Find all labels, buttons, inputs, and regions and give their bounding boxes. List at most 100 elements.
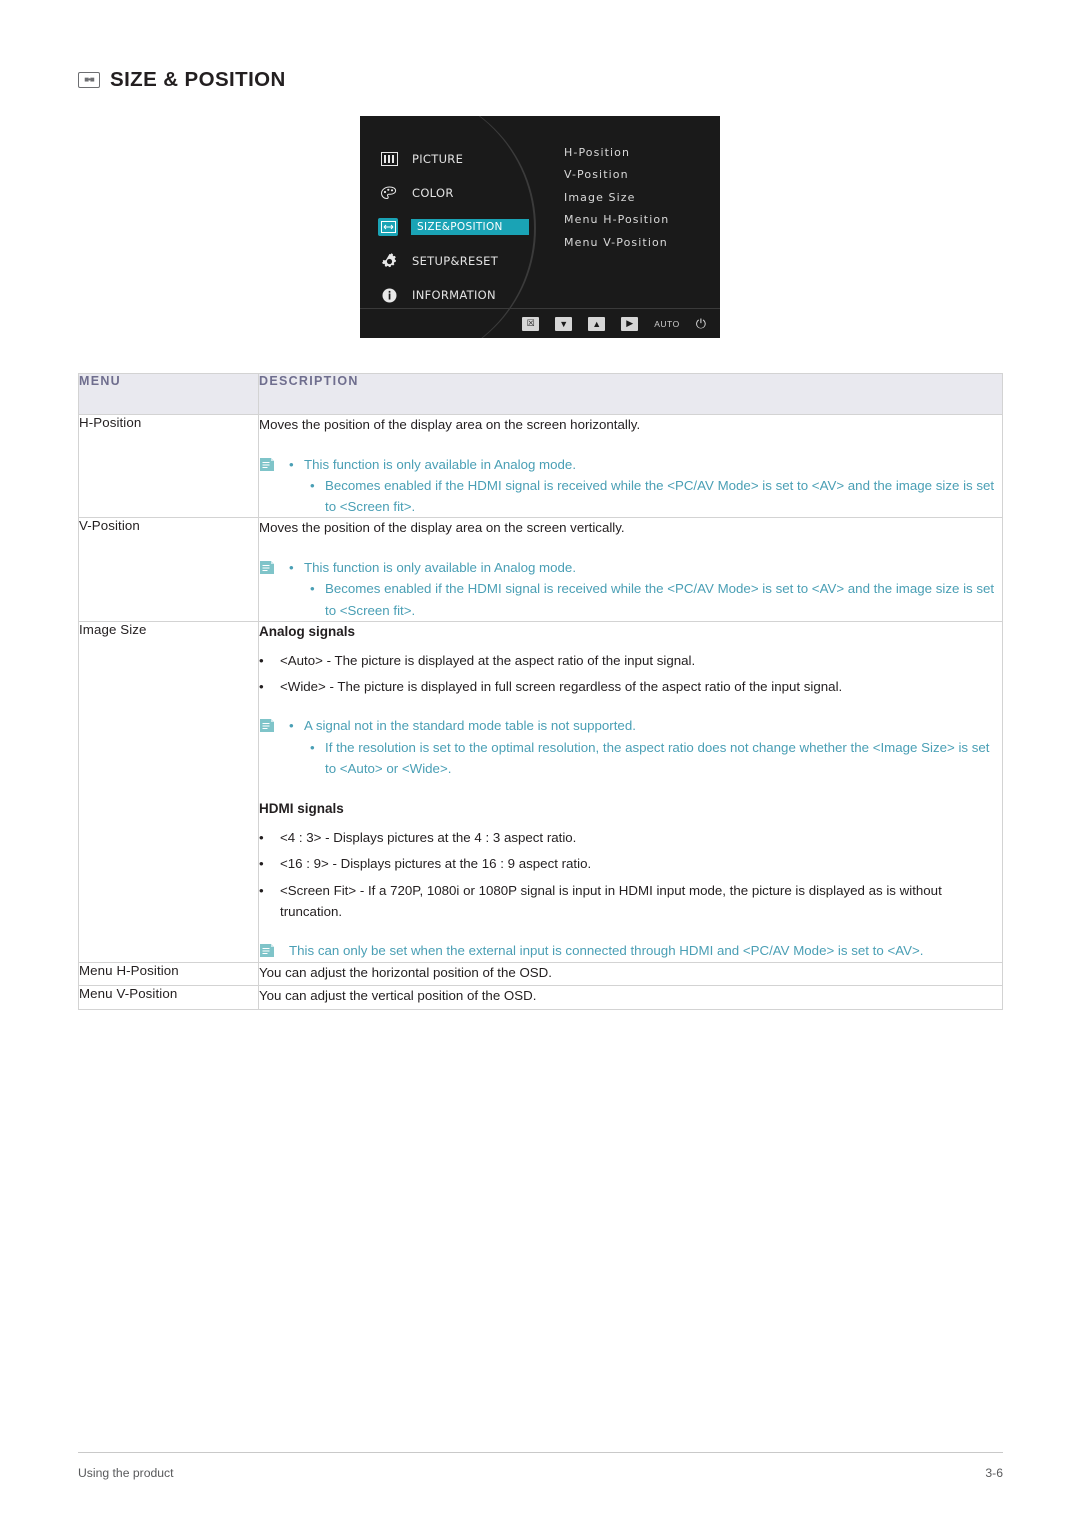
osd-submenu-item[interactable]: Image Size <box>564 191 669 213</box>
auto-button[interactable]: AUTO <box>654 317 679 331</box>
description-text: You can adjust the horizontal position o… <box>259 964 552 980</box>
bullet-text: <Screen Fit> - If a 720P, 1080i or 1080P… <box>280 882 942 919</box>
note-line: • If the resolution is set to the optima… <box>310 737 1002 780</box>
osd-submenu-list: H-Position V-Position Image Size Menu H-… <box>564 146 669 258</box>
menu-name: Menu H-Position <box>78 961 259 987</box>
power-button[interactable]: ⏻ <box>696 316 706 331</box>
bullet-text: <4 : 3> - Displays pictures at the 4 : 3… <box>280 829 577 845</box>
note-text: If the resolution is set to the optimal … <box>325 739 990 776</box>
size-position-icon: ■•■ <box>78 72 100 88</box>
footer-divider <box>78 1452 1003 1453</box>
column-header-description: DESCRIPTION <box>258 373 1003 415</box>
bullet-text: <16 : 9> - Displays pictures at the 16 :… <box>280 856 592 872</box>
note-block: • This function is only available in Ana… <box>259 454 1002 518</box>
table-row: V-Position Moves the position of the dis… <box>78 517 1003 622</box>
description-text: Moves the position of the display area o… <box>259 417 641 432</box>
bullet: • <box>289 718 294 734</box>
note-text: Becomes enabled if the HDMI signal is re… <box>325 477 995 515</box>
osd-menu-item-color[interactable]: COLOR <box>378 176 578 210</box>
bullet: • <box>310 581 315 597</box>
gear-icon <box>378 251 400 271</box>
table-row: Menu H-Position You can adjust the horiz… <box>78 961 1003 987</box>
note-icon <box>259 457 275 472</box>
osd-menu-label: SETUP&RESET <box>412 254 499 268</box>
osd-submenu-item[interactable]: Menu H-Position <box>564 213 669 235</box>
column-header-menu: MENU <box>78 373 259 415</box>
bullet-text: <Wide> - The picture is displayed in ful… <box>280 679 843 694</box>
table-row: Image Size Analog signals • <Auto> - The… <box>78 620 1003 963</box>
bullet: • <box>310 739 315 755</box>
bullet-item: • <Wide> - The picture is displayed in f… <box>259 676 1002 697</box>
bullet: • <box>259 679 264 694</box>
size-position-icon <box>378 218 398 236</box>
exit-button[interactable]: ☒ <box>522 316 540 331</box>
information-icon <box>378 285 400 305</box>
osd-menu-label: SIZE&POSITION <box>411 219 529 235</box>
bullet: • <box>259 882 264 898</box>
menu-name: V-Position <box>78 517 259 622</box>
description-text: Moves the position of the display area o… <box>259 520 625 536</box>
note-line: • Becomes enabled if the HDMI signal is … <box>310 475 1002 518</box>
bullet: • <box>310 477 315 493</box>
note-text: Becomes enabled if the HDMI signal is re… <box>325 581 995 618</box>
up-button[interactable]: ▲ <box>588 316 606 331</box>
bullet: • <box>259 829 264 845</box>
bullet-item: • <Screen Fit> - If a 720P, 1080i or 108… <box>259 880 1002 923</box>
osd-submenu-item[interactable]: V-Position <box>564 168 669 190</box>
section-heading: ■•■ SIZE & POSITION <box>78 68 286 92</box>
table-row: Menu V-Position You can adjust the verti… <box>78 985 1003 1010</box>
note-line: • This function is only available in Ana… <box>289 454 1002 475</box>
page: ■•■ SIZE & POSITION PICTURE COLOR SIZE&P… <box>0 0 1080 1527</box>
note-text: This can only be set when the external i… <box>289 943 924 959</box>
note-line: • A signal not in the standard mode tabl… <box>289 715 1002 736</box>
note-text: This function is only available in Analo… <box>304 456 577 472</box>
osd-submenu-item[interactable]: Menu V-Position <box>564 236 669 258</box>
osd-submenu-item[interactable]: H-Position <box>564 146 669 168</box>
bullet-item: • <16 : 9> - Displays pictures at the 16… <box>259 853 1002 874</box>
note-icon <box>259 560 275 575</box>
description-text: You can adjust the vertical position of … <box>259 988 537 1004</box>
note-text: This function is only available in Analo… <box>304 560 577 576</box>
menu-description: Moves the position of the display area o… <box>258 413 1003 519</box>
bullet: • <box>259 856 264 872</box>
note-block: • A signal not in the standard mode tabl… <box>259 715 1002 779</box>
osd-menu-item-information[interactable]: INFORMATION <box>378 278 578 312</box>
analog-signals-heading: Analog signals <box>259 623 356 639</box>
menu-description-table: MENU DESCRIPTION H-Position Moves the po… <box>78 373 1003 1010</box>
menu-name: H-Position <box>78 413 259 519</box>
color-palette-icon <box>378 183 400 203</box>
bullet: • <box>289 456 294 472</box>
note-block: This can only be set when the external i… <box>259 940 1002 962</box>
note-icon <box>259 943 275 958</box>
osd-menu-list: PICTURE COLOR SIZE&POSITION SETUP&RESET <box>378 142 578 312</box>
hdmi-signals-heading: HDMI signals <box>259 801 344 817</box>
note-line: • This function is only available in Ana… <box>289 557 1002 578</box>
bullet-item: • <Auto> - The picture is displayed at t… <box>259 650 1002 671</box>
bullet: • <box>289 560 294 576</box>
footer-section-label: Using the product <box>78 1466 174 1480</box>
bullet-text: <Auto> - The picture is displayed at the… <box>280 652 696 668</box>
picture-icon <box>378 149 400 169</box>
menu-name: Image Size <box>78 620 259 963</box>
table-header-row: MENU DESCRIPTION <box>78 373 1003 415</box>
menu-description: Moves the position of the display area o… <box>258 517 1003 622</box>
osd-button-bar: ☒ ▼ ▲ ▶ AUTO ⏻ <box>360 308 720 338</box>
enter-button[interactable]: ▶ <box>621 316 639 331</box>
menu-description: Analog signals • <Auto> - The picture is… <box>258 620 1003 963</box>
osd-menu-label: PICTURE <box>412 152 464 166</box>
menu-name: Menu V-Position <box>78 985 259 1010</box>
note-block: • This function is only available in Ana… <box>259 557 1002 621</box>
menu-description: You can adjust the horizontal position o… <box>258 961 1003 987</box>
osd-screenshot: PICTURE COLOR SIZE&POSITION SETUP&RESET <box>360 116 720 338</box>
bullet: • <box>259 652 264 668</box>
menu-description: You can adjust the vertical position of … <box>258 985 1003 1010</box>
bullet-item: • <4 : 3> - Displays pictures at the 4 :… <box>259 827 1002 848</box>
down-button[interactable]: ▼ <box>555 316 573 331</box>
osd-menu-item-picture[interactable]: PICTURE <box>378 142 578 176</box>
table-row: H-Position Moves the position of the dis… <box>78 413 1003 519</box>
osd-menu-item-setup-reset[interactable]: SETUP&RESET <box>378 244 578 278</box>
osd-menu-item-size-position[interactable]: SIZE&POSITION <box>378 210 578 244</box>
note-icon <box>259 718 275 733</box>
osd-menu-label: INFORMATION <box>412 288 496 302</box>
note-line: • Becomes enabled if the HDMI signal is … <box>310 578 1002 621</box>
